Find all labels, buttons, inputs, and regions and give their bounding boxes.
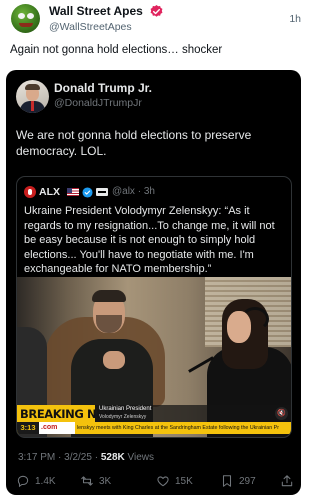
post-time[interactable]: 1h [289, 13, 301, 25]
share-icon [281, 475, 293, 487]
quoted-author-name[interactable]: ALX [39, 186, 60, 198]
quoted-post-text-line: be easy because it is not enough to simp… [24, 234, 256, 246]
author-name[interactable]: Wall Street Apes [49, 4, 143, 18]
affiliate-badge-icon [96, 188, 108, 196]
lower-third-title: Ukrainian President [99, 406, 152, 412]
headset-icon [241, 307, 269, 331]
video-timecode: 3:13 [17, 422, 39, 434]
repost-count: 3K [99, 475, 112, 487]
avatar-mouth [19, 23, 33, 27]
avatar-eye-left [18, 13, 25, 19]
news-lower-third: BREAKING NEWS Ukrainian President Volody… [17, 405, 291, 437]
like-button[interactable]: 15K [156, 472, 193, 490]
ticker-text: lenskyy meets with King Charles at the S… [77, 425, 279, 431]
quoted-post[interactable]: ALX @alx · 3h Ukraine President Volodymy… [16, 176, 292, 438]
quoted-author-avatar[interactable] [24, 186, 36, 198]
lower-third-caption: Ukrainian President Volodymyr Zelenskyy … [95, 405, 291, 422]
quoted-post-text-line: regards to my resignation...To change me… [24, 219, 275, 232]
avatar-tie [31, 101, 34, 111]
bookmark-count: 297 [239, 475, 256, 487]
embedded-author-handle[interactable]: @DonaldJTrumpJr [54, 97, 142, 109]
bookmark-button[interactable]: 297 [220, 472, 256, 490]
quoted-post-text-line: Ukraine President Volodymyr Zelenskyy: “… [24, 205, 250, 217]
post-text: Again not gonna hold elections… shocker [10, 44, 223, 56]
embedded-post-text: We are not gonna hold elections to prese… [16, 127, 291, 159]
avatar-eye-right [27, 13, 34, 19]
embedded-author-name[interactable]: Donald Trump Jr. [54, 81, 152, 95]
bookmark-icon [222, 475, 232, 487]
reply-button[interactable]: 1.4K [16, 472, 56, 490]
like-count: 15K [175, 475, 193, 487]
post-actions: 1.4K 3K 15K 297 [6, 472, 301, 490]
repost-button[interactable]: 3K [80, 472, 111, 490]
quoted-author-handle[interactable]: @alx · 3h [112, 186, 155, 197]
post-timestamp[interactable]: 3:17 PM · 3/2/25 · [18, 452, 101, 463]
verified-badge-icon [150, 4, 163, 17]
video-speaker-hand [103, 351, 125, 369]
embedded-post-card[interactable]: Donald Trump Jr. @DonaldJTrumpJr We are … [6, 70, 301, 495]
news-ticker: 3:13 .com lenskyy meets with King Charle… [17, 422, 291, 434]
quoted-post-text-line: elections... You'll have to negotiate wi… [24, 248, 254, 261]
heart-icon [157, 476, 169, 487]
author-handle[interactable]: @WallStreetApes [49, 21, 132, 33]
embedded-post-text-line: democracy. LOL. [16, 144, 107, 158]
views-count: 528K [100, 452, 125, 463]
quoted-post-text-line: exchangeable for NATO membership.” [24, 263, 212, 275]
video-speaker-hair [92, 290, 126, 302]
reply-icon [17, 475, 29, 488]
avatar-hair [25, 84, 40, 90]
lower-third-subtitle: Volodymyr Zelenskyy [99, 414, 147, 420]
post-metadata: 3:17 PM · 3/2/25 · 528K Views [18, 452, 154, 463]
quoted-post-text: Ukraine President Volodymyr Zelenskyy: “… [24, 204, 286, 277]
views-label: Views [124, 452, 155, 463]
repost-icon [81, 476, 93, 486]
us-flag-icon [67, 188, 79, 196]
verified-badge-icon [82, 187, 93, 198]
embedded-author-avatar[interactable] [16, 80, 49, 113]
quoted-post-header: ALX @alx · 3h [24, 186, 284, 200]
video-player[interactable]: BREAKING NEWS Ukrainian President Volody… [17, 277, 291, 437]
news-source-tag: .com [39, 422, 75, 434]
share-button[interactable] [280, 472, 294, 490]
embedded-post-text-line: We are not gonna hold elections to prese… [16, 128, 252, 142]
outer-post-header: Wall Street Apes @WallStreetApes 1h [8, 2, 305, 34]
breaking-news-label: BREAKING NEWS [17, 405, 124, 422]
reply-count: 1.4K [35, 475, 56, 487]
avatar[interactable] [11, 4, 40, 33]
mute-icon[interactable]: 🔇 [275, 407, 288, 420]
